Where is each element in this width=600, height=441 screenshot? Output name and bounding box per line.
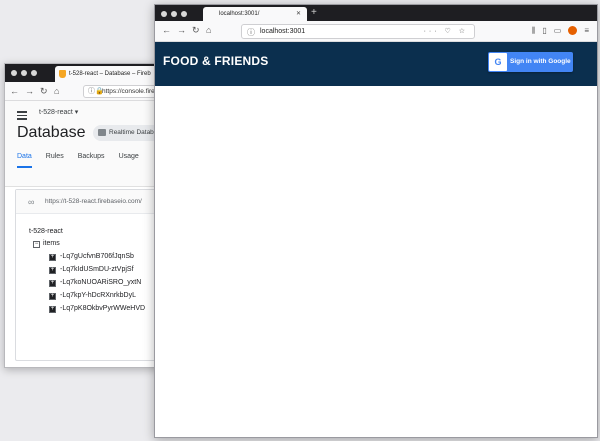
forward-arrow-icon[interactable]: → xyxy=(177,25,186,35)
desktop: t-528-react – Database – Fireb ← → ↻ ⌂ ⓘ… xyxy=(0,0,600,441)
maximize-window-button[interactable] xyxy=(31,70,37,76)
tab-title: t-528-react – Database – Fireb xyxy=(69,71,151,77)
database-header: t-528-react ▾ Database Realtime Databa D… xyxy=(5,101,171,187)
tab-title: localhost:3001/ xyxy=(219,11,260,17)
lock-icon: ⓘ🔒 xyxy=(88,88,104,95)
app-header: FOOD & FRIENDS G Sign in with Google xyxy=(155,42,597,86)
browser-navbar: ← → ↻ ⌂ ⓘ localhost:3001 ··· ♡ ☆ ⫼ ▯ ▭ ≡ xyxy=(155,21,597,42)
tree-node[interactable]: + -Lq7kIdUSmDU-ztVpjSf xyxy=(29,265,145,278)
close-window-button[interactable] xyxy=(161,11,167,17)
tree-node-key: -Lq7kIdUSmDU-ztVpjSf xyxy=(60,266,134,273)
back-arrow-icon[interactable]: ← xyxy=(162,25,171,35)
reload-icon[interactable]: ↻ xyxy=(40,86,48,96)
firebase-icon xyxy=(59,70,66,78)
minimize-window-button[interactable] xyxy=(171,11,177,17)
home-icon[interactable]: ⌂ xyxy=(206,25,211,35)
tree-node[interactable]: + -Lq7pK8OkbvPyrWWeHVD xyxy=(29,304,145,317)
tab-data[interactable]: Data xyxy=(17,153,32,168)
data-tree: t-528-react − items + -Lq7gUcfvnB706fJqn… xyxy=(29,228,145,317)
address-text: https://console.fireb xyxy=(102,88,159,95)
info-icon: ⓘ xyxy=(247,28,255,37)
sidebar-icon[interactable]: ▯ xyxy=(542,25,546,37)
tree-node[interactable]: + -Lq7kpY-hDcRXnrkbDyL xyxy=(29,291,145,304)
address-text: localhost:3001 xyxy=(260,28,306,35)
home-icon[interactable]: ⌂ xyxy=(54,86,59,96)
google-signin-button[interactable]: G Sign in with Google xyxy=(488,52,573,72)
firebase-console-window[interactable]: t-528-react – Database – Fireb ← → ↻ ⌂ ⓘ… xyxy=(4,63,172,368)
expand-icon[interactable]: + xyxy=(49,292,56,300)
new-tab-icon[interactable]: + xyxy=(311,6,317,20)
brand-title: FOOD & FRIENDS xyxy=(163,54,269,68)
link-icon: ∞ xyxy=(28,197,35,207)
reference-url: https://t-528-react.firebaseio.com/ xyxy=(45,198,142,205)
tree-node-label: items xyxy=(43,240,60,247)
project-selector[interactable]: t-528-react ▾ xyxy=(39,108,78,116)
signin-label: Sign in with Google xyxy=(510,58,571,65)
tab-backups[interactable]: Backups xyxy=(78,153,105,168)
reload-icon[interactable]: ↻ xyxy=(192,25,200,35)
browser-tab[interactable]: localhost:3001/ ✕ xyxy=(203,7,307,21)
close-tab-icon[interactable]: ✕ xyxy=(296,7,301,21)
tree-node[interactable]: + -Lq7koNUOARiSRO_yxtN xyxy=(29,278,145,291)
expand-icon[interactable]: + xyxy=(49,279,56,287)
window-titlebar[interactable]: localhost:3001/ ✕ + xyxy=(155,5,597,21)
reader-icon[interactable]: ▭ xyxy=(554,25,562,37)
window-titlebar[interactable]: t-528-react – Database – Fireb xyxy=(5,64,171,82)
window-controls[interactable] xyxy=(11,70,37,76)
tree-node-items[interactable]: − items xyxy=(29,239,145,252)
close-window-button[interactable] xyxy=(11,70,17,76)
database-selector-label: Realtime Databa xyxy=(109,129,158,136)
window-controls[interactable] xyxy=(161,11,187,17)
extension-icon[interactable] xyxy=(568,26,578,35)
tab-usage[interactable]: Usage xyxy=(119,153,139,168)
google-icon: G xyxy=(489,53,507,71)
data-card: ∞ https://t-528-react.firebaseio.com/ t-… xyxy=(15,189,171,361)
maximize-window-button[interactable] xyxy=(181,11,187,17)
expand-icon[interactable]: + xyxy=(49,253,56,261)
database-icon xyxy=(98,129,106,136)
tree-node[interactable]: + -Lq7gUcfvnB706fJqnSb xyxy=(29,252,145,265)
project-name: t-528-react xyxy=(39,109,73,116)
expand-icon[interactable]: + xyxy=(49,266,56,274)
library-icon[interactable]: ⫼ xyxy=(532,25,536,37)
menu-icon[interactable] xyxy=(17,111,27,122)
page-title: Database xyxy=(17,124,86,141)
expand-icon[interactable]: + xyxy=(49,305,56,313)
back-arrow-icon[interactable]: ← xyxy=(10,86,19,96)
forward-arrow-icon[interactable]: → xyxy=(25,86,34,96)
reference-url-bar[interactable]: ∞ https://t-528-react.firebaseio.com/ xyxy=(16,190,171,214)
tree-node-key: -Lq7pK8OkbvPyrWWeHVD xyxy=(60,305,146,312)
minimize-window-button[interactable] xyxy=(21,70,27,76)
page-actions-icon[interactable]: ··· ♡ ☆ xyxy=(424,25,468,38)
tree-node-key: -Lq7koNUOARiSRO_yxtN xyxy=(60,279,142,286)
address-bar[interactable]: ⓘ localhost:3001 ··· ♡ ☆ xyxy=(241,24,475,39)
tree-node-key: -Lq7gUcfvnB706fJqnSb xyxy=(60,253,134,260)
tree-node-key: -Lq7kpY-hDcRXnrkbDyL xyxy=(60,292,136,299)
browser-toolbar: ⫼ ▯ ▭ ≡ xyxy=(532,25,589,37)
database-tabs: Data Rules Backups Usage xyxy=(17,153,139,168)
tree-root[interactable]: t-528-react xyxy=(29,228,145,235)
menu-icon[interactable]: ≡ xyxy=(584,25,589,37)
browser-navbar: ← → ↻ ⌂ ⓘ🔒 https://console.fireb xyxy=(5,82,171,101)
app-browser-window[interactable]: localhost:3001/ ✕ + ← → ↻ ⌂ ⓘ localhost:… xyxy=(154,4,598,438)
collapse-icon[interactable]: − xyxy=(33,240,40,248)
tab-rules[interactable]: Rules xyxy=(46,153,64,168)
